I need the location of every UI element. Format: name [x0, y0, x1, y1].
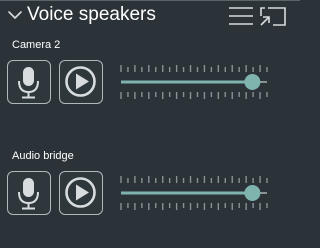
cast-screen-icon[interactable] [258, 5, 287, 27]
chevron-down-icon[interactable] [6, 6, 24, 24]
microphone-icon [18, 67, 39, 99]
channel-label-audio-bridge: Audio bridge [12, 150, 74, 162]
microphone-button-camera-2[interactable] [7, 60, 51, 104]
play-button-camera-2[interactable] [59, 60, 103, 104]
volume-slider-camera-2[interactable] [114, 60, 274, 104]
voice-speakers-panel: Voice speakers Camera 2 Audio bridge [0, 0, 300, 248]
panel-header: Voice speakers [0, 0, 300, 32]
play-button-audio-bridge[interactable] [59, 171, 103, 215]
play-icon [65, 177, 96, 208]
slider-thumb[interactable] [244, 185, 261, 201]
volume-slider-audio-bridge[interactable] [114, 171, 274, 215]
hamburger-menu-icon[interactable] [228, 5, 254, 27]
microphone-button-audio-bridge[interactable] [7, 171, 51, 215]
microphone-icon [18, 178, 39, 210]
panel-title: Voice speakers [27, 4, 156, 25]
play-icon [65, 66, 96, 97]
slider-thumb[interactable] [244, 74, 261, 90]
channel-label-camera-2: Camera 2 [12, 39, 61, 51]
